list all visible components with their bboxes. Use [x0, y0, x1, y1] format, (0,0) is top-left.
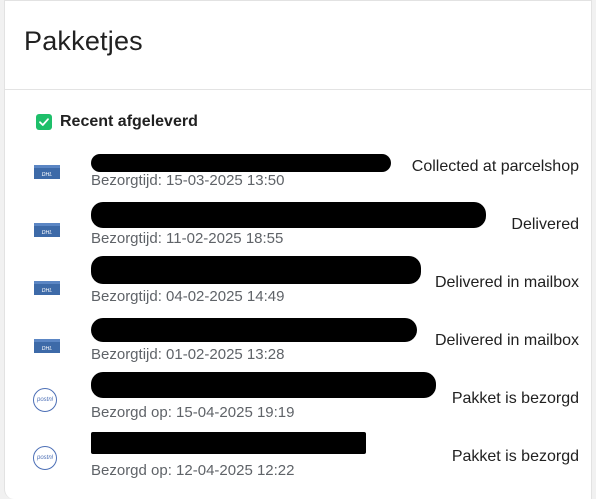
card-title: Pakketjes — [24, 26, 143, 56]
dhl-logo-icon: DHL — [33, 336, 61, 356]
section-header[interactable]: Recent afgeleverd — [36, 113, 198, 131]
delivery-time: Bezorgtijd: 11-02-2025 18:55 — [91, 230, 284, 247]
status-text: Delivered in mailbox — [434, 274, 579, 291]
postnl-logo-icon: postnl — [33, 446, 61, 470]
dhl-logo-icon: DHL — [33, 278, 61, 298]
header-divider — [5, 89, 591, 90]
dhl-logo-icon: DHL — [33, 220, 61, 240]
delivery-time: Bezorgtijd: 15-03-2025 13:50 — [91, 172, 285, 189]
checkmark-icon[interactable] — [36, 114, 52, 130]
status-text: Pakket is bezorgd — [451, 390, 579, 407]
sender-redacted — [91, 432, 366, 454]
sender-redacted — [91, 318, 417, 342]
postnl-logo-icon: postnl — [33, 388, 61, 412]
sender-redacted — [91, 154, 391, 172]
dhl-logo-icon: DHL — [33, 162, 61, 182]
parcels-card: Pakketjes Recent afgeleverd DHL Bezorgti… — [4, 0, 592, 499]
delivery-time: Bezorgtijd: 04-02-2025 14:49 — [91, 288, 285, 305]
delivery-time: Bezorgd op: 15-04-2025 19:19 — [91, 404, 295, 421]
svg-text:DHL: DHL — [42, 172, 53, 178]
sender-redacted — [91, 256, 421, 284]
svg-text:DHL: DHL — [42, 346, 53, 352]
sender-redacted — [91, 372, 436, 398]
status-text: Delivered in mailbox — [434, 332, 579, 349]
status-text: Pakket is bezorgd — [451, 448, 579, 465]
list-item[interactable]: postnl Bezorgd op: 12-04-2025 12:22 Pakk… — [5, 432, 591, 499]
delivery-time: Bezorgd op: 12-04-2025 12:22 — [91, 462, 295, 479]
svg-text:DHL: DHL — [42, 288, 53, 294]
status-text: Collected at parcelshop — [411, 158, 579, 175]
status-text: Delivered — [511, 216, 579, 233]
sender-redacted — [91, 202, 486, 228]
card-top-border — [5, 0, 591, 9]
section-label: Recent afgeleverd — [60, 113, 198, 130]
delivery-time: Bezorgtijd: 01-02-2025 13:28 — [91, 346, 285, 363]
svg-text:DHL: DHL — [42, 230, 53, 236]
